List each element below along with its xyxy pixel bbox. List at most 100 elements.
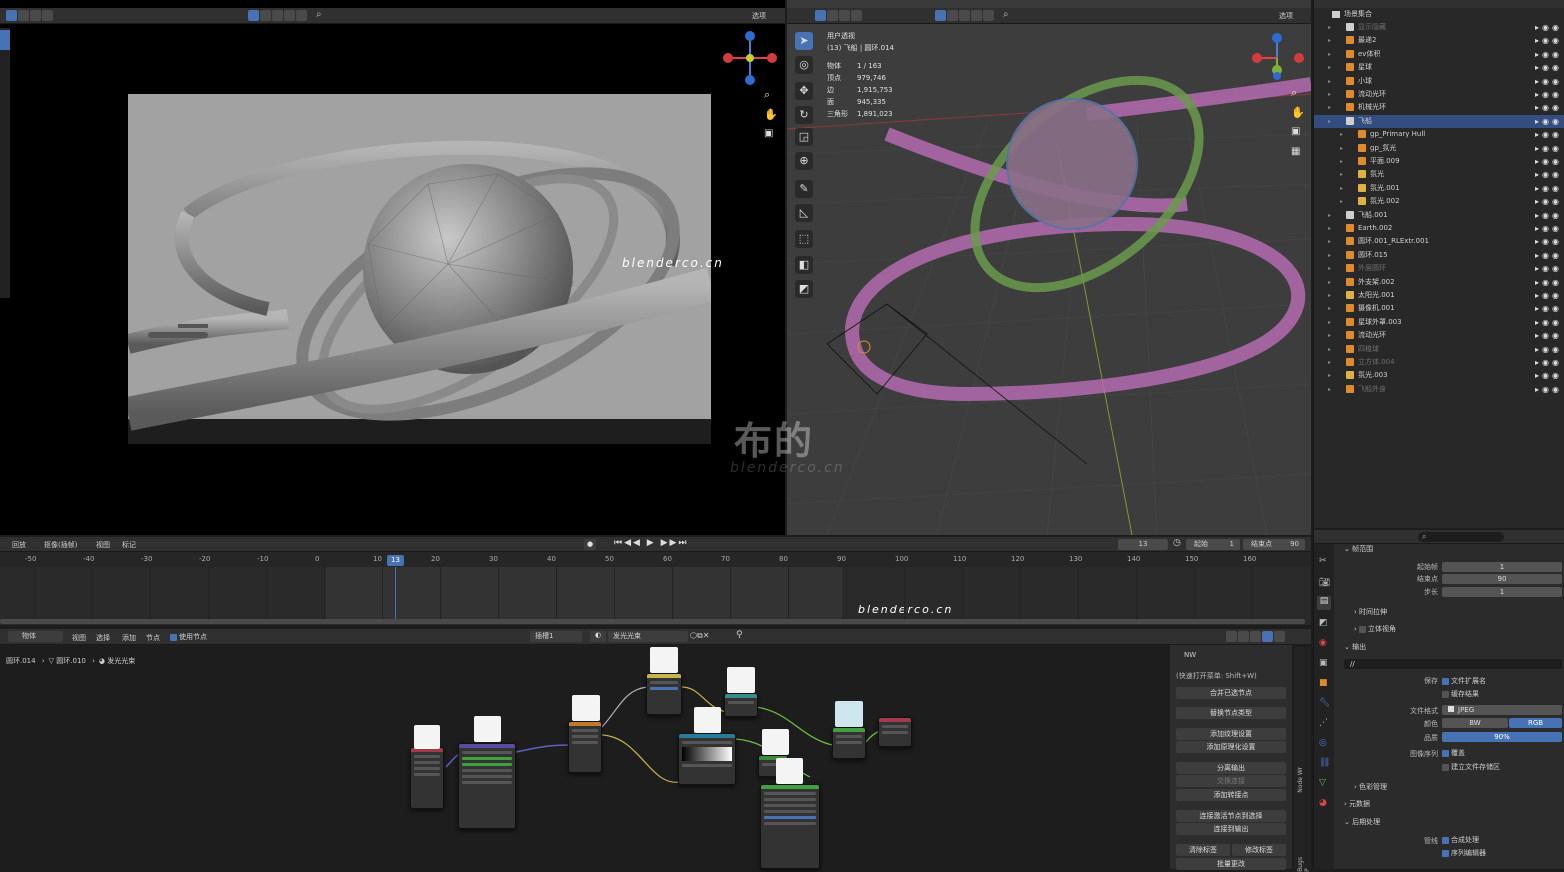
- outliner-item[interactable]: ▸ 氛光.002 ▸◉◉: [1314, 195, 1564, 208]
- color-management-panel[interactable]: › 色彩管理: [1354, 782, 1387, 792]
- right-select-mode-icons[interactable]: [815, 10, 863, 21]
- visibility-icons[interactable]: ▸◉◉: [1535, 75, 1562, 88]
- right-search-icon[interactable]: ⌕: [1003, 9, 1009, 20]
- left-options-menu[interactable]: 选项: [752, 11, 766, 21]
- timeline-scrollbar[interactable]: [0, 619, 1305, 624]
- expand-arrow-icon[interactable]: ▸: [1328, 34, 1331, 47]
- measure-tool-icon[interactable]: ◺: [795, 204, 813, 222]
- grid-icon[interactable]: ▦: [1291, 146, 1300, 157]
- time-stretch-panel[interactable]: › 时间拉伸: [1354, 607, 1387, 617]
- expand-arrow-icon[interactable]: ▸: [1328, 249, 1331, 262]
- scale-tool-icon[interactable]: ◲: [795, 128, 813, 146]
- expand-arrow-icon[interactable]: ▸: [1328, 329, 1331, 342]
- merge-nodes-button[interactable]: 合并已选节点: [1176, 687, 1286, 699]
- search-icon[interactable]: ⌕: [316, 9, 322, 20]
- right-options-menu[interactable]: 选项: [1279, 11, 1293, 21]
- select-tool-icon[interactable]: [0, 30, 10, 50]
- visibility-icons[interactable]: ▸◉◉: [1535, 249, 1562, 262]
- expand-arrow-icon[interactable]: ▸: [1328, 61, 1331, 74]
- outliner-item[interactable]: ▸ 摄像机.001 ▸◉◉: [1314, 302, 1564, 315]
- expand-arrow-icon[interactable]: ▸: [1328, 101, 1331, 114]
- record-button[interactable]: ●: [584, 539, 596, 550]
- outliner-item[interactable]: ▸ 太阳光.001 ▸◉◉: [1314, 289, 1564, 302]
- node-8[interactable]: [760, 784, 820, 869]
- tab-node-wrangler[interactable]: Node Wr: [1297, 767, 1304, 793]
- expand-arrow-icon[interactable]: ▸: [1328, 356, 1331, 369]
- visibility-icons[interactable]: ▸◉◉: [1535, 276, 1562, 289]
- camera-icon[interactable]: ▣: [764, 128, 773, 139]
- outliner-item[interactable]: ▸ 四棱球 ▸◉◉: [1314, 343, 1564, 356]
- expand-arrow-icon[interactable]: ▸: [1328, 222, 1331, 235]
- shading-icons[interactable]: [248, 10, 308, 21]
- outliner-item[interactable]: ▸ 平面.009 ▸◉◉: [1314, 155, 1564, 168]
- right-zoom-icon[interactable]: ⌕: [1291, 86, 1297, 100]
- material-tab-icon[interactable]: ◕: [1319, 798, 1327, 808]
- color-rgb-toggle[interactable]: RGB: [1509, 718, 1562, 728]
- visibility-icons[interactable]: ▸◉◉: [1535, 168, 1562, 181]
- stopwatch-icon[interactable]: ◷: [1173, 538, 1181, 548]
- scene-tab-icon[interactable]: ◉: [1319, 638, 1327, 648]
- expand-arrow-icon[interactable]: ▸: [1328, 21, 1331, 34]
- visibility-icons[interactable]: ▸◉◉: [1535, 142, 1562, 155]
- outliner-item[interactable]: ▸ 圆环.015 ▸◉◉: [1314, 249, 1564, 262]
- expand-arrow-icon[interactable]: ▸: [1340, 182, 1343, 195]
- visibility-icons[interactable]: ▸◉◉: [1535, 61, 1562, 74]
- visibility-icons[interactable]: ▸◉◉: [1535, 88, 1562, 101]
- connect-to-output-button[interactable]: 连接到输出: [1176, 823, 1286, 835]
- expand-arrow-icon[interactable]: ▸: [1328, 369, 1331, 382]
- file-format-dropdown[interactable]: JPEG: [1442, 705, 1562, 715]
- expand-arrow-icon[interactable]: ▸: [1328, 88, 1331, 101]
- add-texture-setup-button[interactable]: 添加纹理设置: [1176, 728, 1286, 740]
- outliner-item[interactable]: ▸ 流动光环 ▸◉◉: [1314, 88, 1564, 101]
- outliner-item[interactable]: ▸ 流动光环 ▸◉◉: [1314, 329, 1564, 342]
- detach-outputs-button[interactable]: 分离输出: [1176, 762, 1286, 774]
- object-tab-icon[interactable]: ■: [1319, 678, 1328, 688]
- outliner-item[interactable]: ▸ Earth.002 ▸◉◉: [1314, 222, 1564, 235]
- visibility-icons[interactable]: ▸◉◉: [1535, 34, 1562, 47]
- outliner-item[interactable]: ▸ 外支架.002 ▸◉◉: [1314, 276, 1564, 289]
- add-reroutes-button[interactable]: 添加转接点: [1176, 789, 1286, 801]
- outliner-item[interactable]: ▸ 飞船 ▸◉◉: [1314, 114, 1564, 128]
- visibility-icons[interactable]: ▸◉◉: [1535, 21, 1562, 34]
- node-3[interactable]: [568, 721, 602, 773]
- outliner-item[interactable]: ▸ 显示隐藏 ▸◉◉: [1314, 21, 1564, 34]
- visibility-icons[interactable]: ▸◉◉: [1535, 235, 1562, 248]
- scene-collection[interactable]: 场景集合: [1332, 9, 1372, 20]
- add-cube-tool-icon[interactable]: ⬚: [795, 230, 813, 248]
- overlay-toggle-icons[interactable]: [1226, 631, 1286, 642]
- move-tool-icon[interactable]: ✥: [795, 82, 813, 100]
- expand-arrow-icon[interactable]: ▸: [1328, 316, 1331, 329]
- visibility-icons[interactable]: ▸◉◉: [1535, 302, 1562, 315]
- expand-arrow-icon[interactable]: ▸: [1340, 142, 1343, 155]
- extra-tool-icon-2[interactable]: ◩: [795, 280, 813, 298]
- properties-search[interactable]: ⌕: [1418, 532, 1504, 542]
- outliner-item[interactable]: ▸ 外层圆环 ▸◉◉: [1314, 262, 1564, 275]
- right-camera-icon[interactable]: ▣: [1291, 126, 1300, 137]
- expand-arrow-icon[interactable]: ▸: [1328, 48, 1331, 61]
- link-active-to-selected-button[interactable]: 连接激活节点到选择: [1176, 810, 1286, 822]
- visibility-icons[interactable]: ▸◉◉: [1535, 383, 1562, 396]
- batch-change-button[interactable]: 批量更改: [1176, 858, 1286, 870]
- visibility-icons[interactable]: ▸◉◉: [1535, 209, 1562, 222]
- rotate-tool-icon[interactable]: ↻: [795, 106, 813, 124]
- outliner-item[interactable]: ▸ 星球外罩.003 ▸◉◉: [1314, 316, 1564, 329]
- placeholders-checkbox[interactable]: 建立文件存储区: [1442, 762, 1500, 772]
- outliner-item[interactable]: ▸ 飞船外身 ▸◉◉: [1314, 383, 1564, 396]
- node-4[interactable]: [646, 673, 682, 715]
- end-frame-field[interactable]: 结束点 90: [1243, 539, 1305, 550]
- visibility-icons[interactable]: ▸◉◉: [1535, 115, 1562, 128]
- select-tool-icon[interactable]: ➤: [795, 32, 813, 50]
- constraints-tab-icon[interactable]: ⛓: [1319, 758, 1330, 768]
- swap-links-button[interactable]: 交换连接: [1176, 775, 1286, 787]
- right-pan-hand-icon[interactable]: ✋: [1291, 106, 1305, 119]
- cache-result-checkbox[interactable]: 缓存结果: [1442, 689, 1479, 699]
- render-tab-icon[interactable]: 📷︎: [1319, 578, 1330, 588]
- expand-arrow-icon[interactable]: ▸: [1328, 383, 1331, 396]
- node-6[interactable]: [678, 733, 736, 785]
- output-path-field[interactable]: //: [1344, 659, 1562, 669]
- visibility-icons[interactable]: ▸◉◉: [1535, 329, 1562, 342]
- clear-label-button[interactable]: 清除标签: [1176, 844, 1230, 856]
- expand-arrow-icon[interactable]: ▸: [1328, 276, 1331, 289]
- expand-arrow-icon[interactable]: ▸: [1328, 343, 1331, 356]
- metadata-panel[interactable]: › 元数据: [1344, 799, 1370, 809]
